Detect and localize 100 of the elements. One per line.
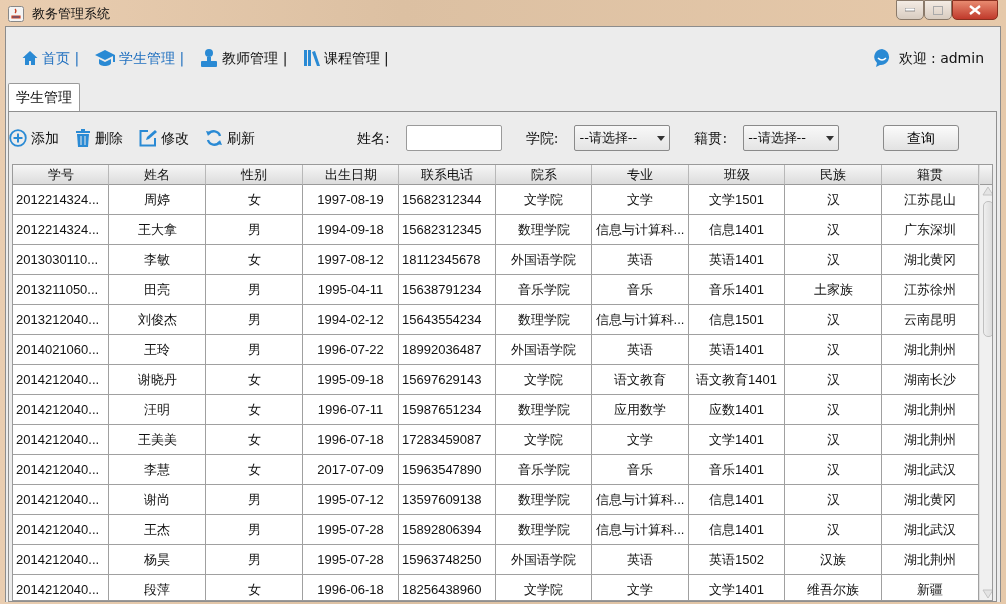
tab[interactable]: 学生管理 xyxy=(8,83,80,111)
table-cell: 汉 xyxy=(785,215,882,245)
table-cell: 信息1401 xyxy=(689,515,785,545)
table-cell: 2014212040... xyxy=(13,365,109,395)
table-cell: 1995-04-11 xyxy=(303,275,399,305)
table-cell: 信息1501 xyxy=(689,305,785,335)
toolbar-button[interactable]: 删除 xyxy=(95,127,123,149)
table-cell: 1994-02-12 xyxy=(303,305,399,335)
table-cell: 英语 xyxy=(592,545,689,575)
edit-icon xyxy=(139,129,157,147)
table-cell: 男 xyxy=(206,335,303,365)
scroll-down-arrow-icon[interactable] xyxy=(980,588,992,600)
nav-link[interactable]: 首页 | xyxy=(42,47,80,69)
table-cell: 音乐 xyxy=(592,455,689,485)
table-cell: 数理学院 xyxy=(496,515,592,545)
table-cell: 谢晓丹 xyxy=(109,365,206,395)
caret-icon xyxy=(657,135,666,141)
scrollbar-thumb[interactable] xyxy=(982,201,992,337)
table-cell: 女 xyxy=(206,245,303,275)
table-cell: 语文教育 xyxy=(592,365,689,395)
table-cell: 15682312345 xyxy=(399,215,496,245)
table-cell: 文学 xyxy=(592,185,689,215)
query-button[interactable]: 查询 xyxy=(883,125,960,151)
table-cell: 汪明 xyxy=(109,395,206,425)
table-cell: 音乐1401 xyxy=(689,275,785,305)
table-cell: 1996-07-22 xyxy=(303,335,399,365)
table-cell: 男 xyxy=(206,485,303,515)
table-cell: 2014021060... xyxy=(13,335,109,365)
maximize-icon xyxy=(933,5,943,15)
scrollbar[interactable] xyxy=(979,165,992,600)
person-icon xyxy=(200,48,219,68)
table-cell: 英语1401 xyxy=(689,335,785,365)
table-cell: 语文教育1401 xyxy=(689,365,785,395)
table-cell: 文学 xyxy=(592,575,689,600)
table-cell: 1996-07-18 xyxy=(303,425,399,455)
table-cell: 男 xyxy=(206,305,303,335)
table-cell: 汉 xyxy=(785,185,882,215)
minimize-button[interactable] xyxy=(896,0,924,20)
table-cell: 数理学院 xyxy=(496,485,592,515)
nav-link[interactable]: 学生管理 | xyxy=(119,47,185,69)
table-cell: 2014212040... xyxy=(13,515,109,545)
table-cell: 2017-07-09 xyxy=(303,455,399,485)
table-cell: 女 xyxy=(206,575,303,600)
books-icon xyxy=(303,49,320,67)
table-cell: 15638791234 xyxy=(399,275,496,305)
welcome-text: 欢迎 : admin xyxy=(898,48,984,68)
toolbar-button[interactable]: 刷新 xyxy=(227,127,255,149)
text-field[interactable] xyxy=(405,125,502,151)
table-cell: 汉 xyxy=(785,305,882,335)
table-cell: 15987651234 xyxy=(399,395,496,425)
table-cell: 音乐 xyxy=(592,275,689,305)
maximize-button[interactable] xyxy=(924,0,952,20)
scroll-up-arrow-icon[interactable] xyxy=(980,185,992,197)
table-cell: 18992036487 xyxy=(399,335,496,365)
table-cell: 刘俊杰 xyxy=(109,305,206,335)
column-header: 性别 xyxy=(206,165,303,185)
table-cell: 2014212040... xyxy=(13,455,109,485)
table-cell: 文学院 xyxy=(496,365,592,395)
chat-bubble-icon xyxy=(872,48,891,68)
nav-link[interactable]: 课程管理 | xyxy=(323,47,389,69)
filter-label: 籍贯: xyxy=(694,128,728,148)
table-cell: 王美美 xyxy=(109,425,206,455)
table-cell: 英语 xyxy=(592,335,689,365)
table-cell: 外国语学院 xyxy=(496,335,592,365)
dropdown[interactable]: --请选择-- xyxy=(743,125,840,151)
window-title: 教务管理系统 xyxy=(32,5,110,23)
table-cell: 汉 xyxy=(785,335,882,365)
column-header: 姓名 xyxy=(109,165,206,185)
table-cell: 汉 xyxy=(785,425,882,455)
minimize-icon xyxy=(905,8,915,12)
table-cell: 王玲 xyxy=(109,335,206,365)
plus-circle-icon xyxy=(9,129,27,147)
toolbar-button[interactable]: 修改 xyxy=(161,127,189,149)
table-cell: 数理学院 xyxy=(496,395,592,425)
table-cell: 2014212040... xyxy=(13,545,109,575)
table-cell: 2014212040... xyxy=(13,485,109,515)
table-cell: 15892806394 xyxy=(399,515,496,545)
table-cell: 2013212040... xyxy=(13,305,109,335)
table-cell: 信息与计算科... xyxy=(592,485,689,515)
table-cell: 15963748250 xyxy=(399,545,496,575)
table-cell: 汉 xyxy=(785,485,882,515)
table-cell: 数理学院 xyxy=(496,215,592,245)
graduation-cap-icon xyxy=(95,49,116,67)
table-cell: 文学1501 xyxy=(689,185,785,215)
table-cell: 汉 xyxy=(785,365,882,395)
table-cell: 杨昊 xyxy=(109,545,206,575)
close-icon xyxy=(969,5,981,15)
table-cell: 1994-09-18 xyxy=(303,215,399,245)
table-cell: 李敏 xyxy=(109,245,206,275)
table-cell: 女 xyxy=(206,455,303,485)
table-cell: 汉 xyxy=(785,515,882,545)
caret-icon xyxy=(826,135,835,141)
table-cell: 汉 xyxy=(785,455,882,485)
table-cell: 应用数学 xyxy=(592,395,689,425)
trash-icon xyxy=(75,129,91,147)
nav-link[interactable]: 教师管理 | xyxy=(222,47,288,69)
dropdown[interactable]: --请选择-- xyxy=(574,125,671,151)
toolbar-button[interactable]: 添加 xyxy=(31,127,59,149)
close-button[interactable] xyxy=(952,0,998,20)
column-header: 联系电话 xyxy=(399,165,496,185)
